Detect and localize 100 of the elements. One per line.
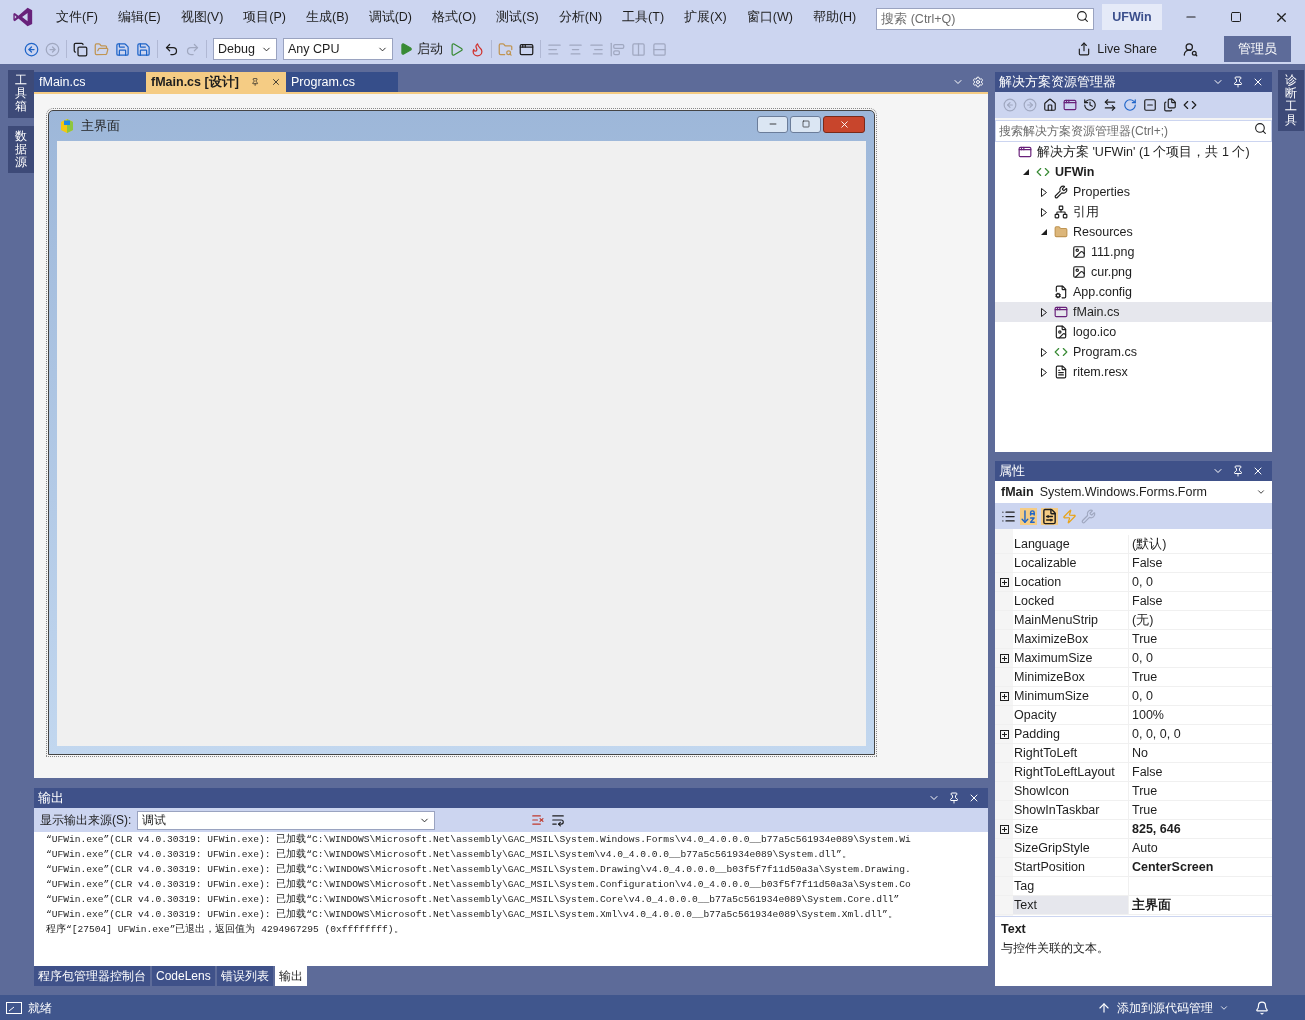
panel-tab[interactable]: 错误列表 bbox=[216, 966, 273, 986]
pin-icon[interactable] bbox=[250, 77, 260, 87]
property-name[interactable]: MaximizeBox bbox=[1013, 630, 1129, 648]
menu-item[interactable]: 调试(D) bbox=[358, 7, 422, 27]
menu-item[interactable]: 工具(T) bbox=[612, 7, 675, 27]
side-tab[interactable]: 数据源 bbox=[8, 125, 34, 174]
property-value[interactable]: False bbox=[1129, 592, 1163, 610]
menu-item[interactable]: 格式(O) bbox=[422, 7, 487, 27]
property-value[interactable]: 825, 646 bbox=[1129, 820, 1181, 838]
menu-item[interactable]: 编辑(E) bbox=[107, 7, 171, 27]
expand-icon[interactable] bbox=[999, 824, 1009, 834]
tree-item[interactable]: 111.png bbox=[995, 242, 1272, 262]
collapse-all-icon[interactable] bbox=[1143, 98, 1157, 112]
new-project-icon[interactable] bbox=[73, 41, 88, 57]
tree-item[interactable]: logo.ico bbox=[995, 322, 1272, 342]
word-wrap-icon[interactable] bbox=[551, 813, 566, 827]
notification-icon[interactable] bbox=[1255, 1000, 1269, 1015]
tree-item[interactable]: Resources bbox=[995, 222, 1272, 242]
property-value[interactable]: 0, 0 bbox=[1129, 573, 1153, 591]
panel-tab[interactable]: 输出 bbox=[274, 966, 307, 986]
search-icon[interactable] bbox=[1254, 122, 1267, 135]
document-tab[interactable]: fMain.cs [设计] bbox=[146, 72, 286, 92]
tree-item[interactable]: Program.cs bbox=[995, 342, 1272, 362]
pin-icon[interactable] bbox=[1232, 76, 1244, 88]
property-value[interactable]: 主界面 bbox=[1129, 896, 1171, 914]
property-name[interactable]: Language bbox=[1013, 535, 1129, 553]
clear-all-icon[interactable] bbox=[531, 813, 546, 827]
menu-item[interactable]: 扩展(X) bbox=[674, 7, 737, 27]
property-value[interactable]: CenterScreen bbox=[1129, 858, 1214, 876]
back-icon[interactable] bbox=[24, 41, 39, 57]
property-value[interactable]: (默认) bbox=[1129, 535, 1167, 553]
maximize-icon[interactable] bbox=[1230, 11, 1242, 23]
live-share-button[interactable]: Live Share bbox=[1077, 39, 1157, 59]
start-button[interactable]: 启动 bbox=[399, 39, 443, 59]
tree-item[interactable]: 解决方案 'UFWin' (1 个项目，共 1 个) bbox=[995, 142, 1272, 162]
expand-icon[interactable] bbox=[999, 729, 1009, 739]
form-window[interactable]: 主界面 bbox=[48, 110, 875, 755]
property-value[interactable]: No bbox=[1129, 744, 1148, 762]
pin-icon[interactable] bbox=[1232, 465, 1244, 477]
property-name[interactable]: MaximumSize bbox=[1013, 649, 1129, 667]
search-icon[interactable] bbox=[1076, 10, 1090, 23]
account-button[interactable]: 管理员 bbox=[1224, 36, 1291, 62]
window-layout-icon[interactable] bbox=[519, 41, 534, 57]
close-icon[interactable] bbox=[968, 792, 980, 804]
maximize-button[interactable] bbox=[790, 115, 821, 133]
close-icon[interactable] bbox=[1252, 76, 1264, 88]
property-name[interactable]: StartPosition bbox=[1013, 858, 1129, 876]
tree-item[interactable]: Properties bbox=[995, 182, 1272, 202]
tree-item[interactable]: 引用 bbox=[995, 202, 1272, 222]
property-value[interactable]: True bbox=[1129, 801, 1158, 819]
categorized-icon[interactable] bbox=[1001, 508, 1016, 524]
property-value[interactable]: Auto bbox=[1129, 839, 1158, 857]
property-value[interactable]: (无) bbox=[1129, 611, 1154, 629]
tree-item[interactable]: App.config bbox=[995, 282, 1272, 302]
tree-item[interactable]: UFWin bbox=[995, 162, 1272, 182]
property-name[interactable]: ShowInTaskbar bbox=[1013, 801, 1129, 819]
menu-item[interactable]: 分析(N) bbox=[548, 7, 613, 27]
property-value[interactable]: 0, 0 bbox=[1129, 649, 1153, 667]
document-tab[interactable]: fMain.cs bbox=[34, 72, 146, 92]
tree-item[interactable]: fMain.cs bbox=[995, 302, 1272, 322]
undo-icon[interactable] bbox=[164, 41, 179, 57]
refresh-icon[interactable] bbox=[1123, 98, 1137, 112]
tree-item[interactable]: cur.png bbox=[995, 262, 1272, 282]
pin-icon[interactable] bbox=[948, 792, 960, 804]
platform-dropdown[interactable]: Any CPU bbox=[283, 38, 393, 60]
property-name[interactable]: MainMenuStrip bbox=[1013, 611, 1129, 629]
property-name[interactable]: Size bbox=[1013, 820, 1129, 838]
menu-item[interactable]: 帮助(H) bbox=[802, 7, 867, 27]
property-name[interactable]: MinimumSize bbox=[1013, 687, 1129, 705]
menu-item[interactable]: 文件(F) bbox=[46, 7, 108, 27]
alphabetical-icon[interactable] bbox=[1020, 507, 1037, 525]
property-name[interactable]: Locked bbox=[1013, 592, 1129, 610]
panel-tab[interactable]: 程序包管理器控制台 bbox=[34, 966, 150, 986]
source-control-button[interactable]: 添加到源代码管理 bbox=[1097, 998, 1229, 1017]
property-name[interactable]: RightToLeftLayout bbox=[1013, 763, 1129, 781]
property-value[interactable]: True bbox=[1129, 668, 1158, 686]
object-selector[interactable]: fMain System.Windows.Forms.Form bbox=[995, 481, 1272, 503]
property-name[interactable]: RightToLeft bbox=[1013, 744, 1129, 762]
expand-icon[interactable] bbox=[999, 577, 1009, 587]
property-name[interactable]: Tag bbox=[1013, 877, 1129, 895]
property-value[interactable]: True bbox=[1129, 630, 1158, 648]
menu-item[interactable]: 生成(B) bbox=[296, 7, 359, 27]
hot-reload-icon[interactable] bbox=[470, 41, 485, 57]
expanded-caret-icon[interactable] bbox=[1040, 228, 1048, 236]
menu-item[interactable]: 测试(S) bbox=[486, 7, 549, 27]
expand-icon[interactable] bbox=[999, 653, 1009, 663]
property-value[interactable]: 0, 0, 0, 0 bbox=[1129, 725, 1181, 743]
property-value[interactable]: False bbox=[1129, 763, 1163, 781]
save-all-icon[interactable] bbox=[136, 41, 151, 57]
property-name[interactable]: Localizable bbox=[1013, 554, 1129, 572]
property-name[interactable]: MinimizeBox bbox=[1013, 668, 1129, 686]
panel-tab[interactable]: CodeLens bbox=[152, 966, 215, 986]
home-icon[interactable] bbox=[1043, 98, 1057, 112]
close-button[interactable] bbox=[823, 115, 865, 133]
show-all-files-icon[interactable] bbox=[1163, 98, 1177, 112]
source-dropdown[interactable]: 调试 bbox=[137, 810, 436, 830]
side-tab[interactable]: 诊断工具 bbox=[1278, 70, 1304, 131]
menu-item[interactable]: 窗口(W) bbox=[736, 7, 803, 27]
menu-item[interactable]: 项目(P) bbox=[233, 7, 296, 27]
property-name[interactable]: Location bbox=[1013, 573, 1129, 591]
